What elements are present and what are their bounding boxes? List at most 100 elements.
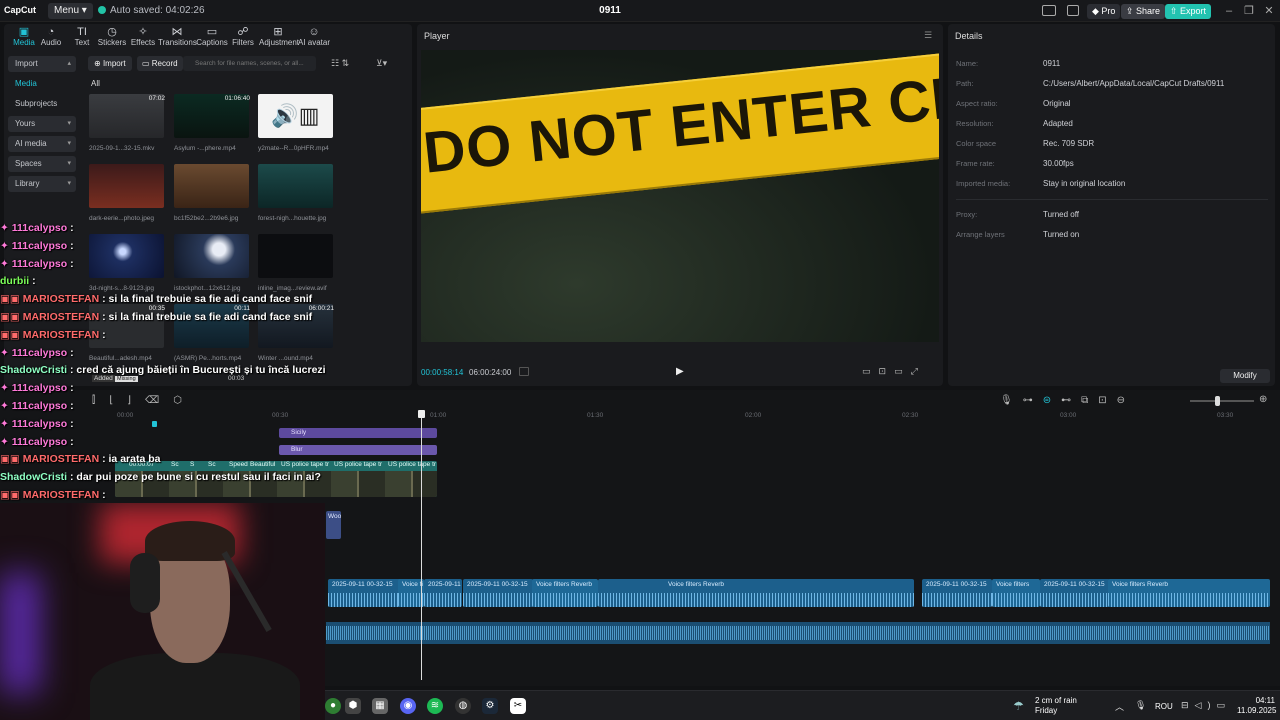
unity-icon[interactable]: ⬢	[345, 698, 361, 714]
media-item[interactable]: dark-eerie...photo.jpeg	[89, 164, 167, 222]
maximize-icon[interactable]: ❐	[1242, 4, 1256, 18]
play-button[interactable]: ▶	[676, 366, 684, 377]
snap-icon[interactable]: ⧉	[1081, 395, 1098, 406]
mic-tray-icon[interactable]: 🎙	[1135, 700, 1146, 711]
menu-button[interactable]: Menu ▾	[48, 3, 93, 19]
audio-clip[interactable]: Voice filters	[992, 579, 1040, 607]
detail-value: C:/Users/Albert/AppData/Local/CapCut Dra…	[1043, 79, 1225, 88]
layout-icon[interactable]	[1042, 5, 1056, 16]
clock-date: 11.09.2025	[1237, 706, 1277, 715]
view-toggle-icon[interactable]: ☷ ⇅	[331, 58, 349, 69]
media-item[interactable]: 🔊▥ y2mate--R...0pHFR.mp4	[258, 94, 336, 152]
background-audio-track[interactable]	[326, 622, 1270, 644]
audio-clip[interactable]: 2025-09-11	[424, 579, 462, 607]
link-icon[interactable]: ⊶	[1023, 395, 1043, 406]
fullscreen-icon[interactable]: ⤢	[911, 366, 926, 376]
clip-label: US police tape tr	[334, 461, 383, 468]
close-icon[interactable]: ✕	[1262, 4, 1276, 18]
player-menu-icon[interactable]: ☰	[924, 30, 932, 41]
timeline-thumb-icon[interactable]	[519, 367, 529, 376]
zoom-slider-handle[interactable]	[1215, 396, 1220, 406]
video-preview[interactable]: DO NOT ENTER CRIME SC	[421, 50, 939, 342]
weather-line1: 2 cm of rain	[1035, 696, 1077, 705]
nav-ai-media[interactable]: AI media ▾	[8, 136, 76, 152]
fit-timeline-icon[interactable]: ⊡	[1098, 395, 1116, 406]
discord-icon[interactable]: ◉	[400, 698, 416, 714]
media-sidenav: Import ▴ Media Subprojects Yours ▾ AI medi…	[8, 56, 76, 196]
audio-clip[interactable]: Voice filters Reverb	[532, 579, 598, 607]
magnet-icon[interactable]: ⊜	[1043, 395, 1061, 406]
modify-button[interactable]: Modify	[1220, 369, 1270, 383]
audio-clip[interactable]: Voice filters Reverb	[598, 579, 914, 607]
audio-clip[interactable]: Voice filters Reverb	[1108, 579, 1270, 607]
chat-message: ShadowCristi : dar pui poze pe bune si c…	[0, 471, 330, 489]
fit-icon[interactable]: ⊡	[879, 366, 895, 376]
media-search-input[interactable]: Search for file names, scenes, or all...	[183, 56, 316, 71]
ratio-icon[interactable]: ▭	[862, 366, 879, 376]
weather-widget[interactable]: 2 cm of rain Friday	[1035, 696, 1077, 716]
chat-username: 111calypso	[11, 417, 68, 430]
import-button[interactable]: ⊕ Import	[88, 56, 132, 71]
timeline-right-tools[interactable]: 🎙⊶⊜⊷⧉⊡⊖	[1000, 395, 1135, 406]
chat-message: ✦ 111calypso :	[0, 347, 330, 365]
filter-all[interactable]: All	[91, 79, 100, 88]
clock[interactable]: 04:11 11.09.2025	[1237, 696, 1277, 716]
tray-icons[interactable]: ⊟◁)▭	[1181, 700, 1231, 711]
nav-import[interactable]: Import ▴	[8, 56, 76, 72]
minimize-icon[interactable]: –	[1222, 4, 1236, 18]
nav-library[interactable]: Library ▾	[8, 176, 76, 192]
export-button[interactable]: ⇧ Export	[1165, 4, 1212, 19]
preview-axis-icon[interactable]: ⊷	[1061, 395, 1081, 406]
tool-adjustment[interactable]: ⊞ Adjustment	[259, 26, 299, 48]
app-icon[interactable]: ●	[325, 698, 341, 714]
tray-chevron-icon[interactable]: ︿	[1115, 700, 1124, 713]
shortcuts-icon[interactable]	[1067, 5, 1079, 16]
player-controls[interactable]: ▭⊡▭⤢	[862, 366, 926, 377]
chat-text: : si la final trebuie sa fie adi cand fa…	[99, 310, 313, 323]
language-indicator[interactable]: ROU	[1155, 702, 1173, 711]
nav-spaces-label: Spaces	[15, 159, 42, 168]
tool-transitions-label: Transitions	[158, 38, 197, 47]
detail-key: Frame rate:	[956, 159, 995, 168]
spotify-icon[interactable]: ≋	[427, 698, 443, 714]
nav-media[interactable]: Media	[8, 76, 76, 92]
share-button[interactable]: ⇪ Share	[1121, 4, 1166, 19]
capcut-icon[interactable]: ✂	[510, 698, 526, 714]
filter-icon[interactable]: ⊻▾	[376, 58, 387, 69]
media-item[interactable]: bc1f52be2...2b9e6.jpg	[174, 164, 252, 222]
media-item[interactable]: 01:06:40 Asylum -...phere.mp4	[174, 94, 252, 152]
audio-clip[interactable]: 2025-09-11 00-32-15	[463, 579, 533, 607]
zoom-in-icon[interactable]: ⊕	[1259, 394, 1267, 405]
ruler-label: 03:00	[1060, 412, 1077, 419]
audio-clip[interactable]: 2025-09-11 00-32-15	[1040, 579, 1110, 607]
audio-clip-woo[interactable]: Woo	[326, 511, 341, 539]
nav-yours[interactable]: Yours ▾	[8, 116, 76, 132]
chat-text: :	[67, 382, 74, 395]
pro-button[interactable]: ◆ Pro	[1087, 4, 1121, 19]
chat-message: durbii :	[0, 275, 330, 293]
quality-icon[interactable]: ▭	[894, 366, 911, 376]
tool-effects[interactable]: ✧ Effects	[124, 26, 162, 48]
nav-spaces[interactable]: Spaces ▾	[8, 156, 76, 172]
steam-icon[interactable]: ⚙	[482, 698, 498, 714]
tool-transitions[interactable]: ⋈ Transitions	[158, 26, 197, 48]
obs-icon[interactable]: ◍	[455, 698, 471, 714]
nav-subprojects[interactable]: Subprojects	[8, 96, 76, 112]
network-icon[interactable]: ⊟	[1181, 700, 1195, 710]
media-item[interactable]: 07:02 2025-09-1...32-15.mkv	[89, 94, 167, 152]
volume-icon[interactable]: ◁)	[1195, 700, 1217, 710]
notes-icon[interactable]: ▦	[372, 698, 388, 714]
battery-icon[interactable]: ▭	[1216, 700, 1231, 710]
media-item[interactable]: forest-nigh...houette.jpg	[258, 164, 336, 222]
zoom-out-icon[interactable]: ⊖	[1117, 395, 1135, 406]
zoom-slider[interactable]	[1190, 400, 1254, 402]
playhead[interactable]	[421, 410, 422, 680]
detail-key: Aspect ratio:	[956, 99, 998, 108]
record-button[interactable]: ▭ Record	[137, 56, 183, 71]
tool-ai-avatar[interactable]: ☺ AI avatar	[295, 26, 333, 48]
tool-filters[interactable]: ☍ Filters	[224, 26, 262, 48]
mic-icon[interactable]: 🎙	[1000, 395, 1023, 406]
playhead-handle[interactable]	[418, 410, 425, 418]
chat-username: MARIOSTEFAN	[22, 453, 100, 466]
audio-clip[interactable]: 2025-09-11 00-32-15	[922, 579, 992, 607]
